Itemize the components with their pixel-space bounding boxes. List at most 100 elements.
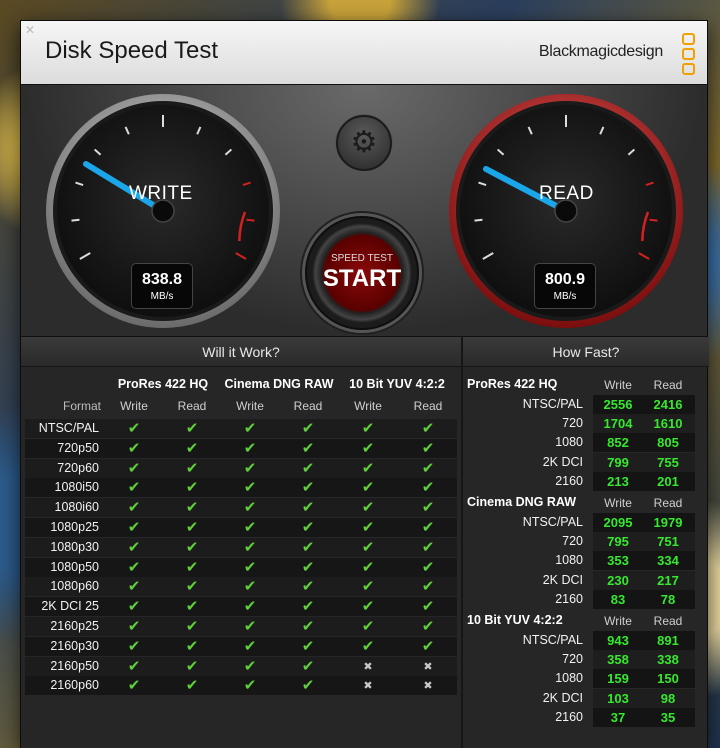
write-fps-value: 2556 bbox=[603, 397, 633, 412]
read-fps-value: 2416 bbox=[653, 397, 683, 412]
brand-logo-icon bbox=[682, 33, 695, 75]
settings-gear-icon[interactable]: ⚙ bbox=[336, 115, 392, 171]
how-fast-write-header: Write bbox=[604, 496, 632, 510]
check-icon: ✔ bbox=[127, 656, 141, 675]
check-icon: ✔ bbox=[301, 577, 315, 596]
format-label: 2K DCI 25 bbox=[41, 599, 99, 614]
close-icon[interactable]: ✕ bbox=[24, 24, 36, 36]
how-fast-row-label: NTSC/PAL bbox=[522, 633, 583, 647]
format-label: 1080p60 bbox=[50, 579, 99, 594]
write-fps-value: 2095 bbox=[603, 515, 633, 530]
how-fast-row-label: 720 bbox=[562, 416, 583, 431]
write-fps-value: 159 bbox=[607, 671, 629, 687]
write-speed-value: 838.8 bbox=[141, 271, 183, 288]
format-label: 2160p30 bbox=[50, 638, 99, 653]
check-icon: ✔ bbox=[301, 438, 315, 457]
how-fast-read-header: Read bbox=[653, 378, 683, 392]
check-icon: ✔ bbox=[127, 557, 141, 576]
how-fast-row-label: 2160 bbox=[555, 473, 583, 488]
check-icon: ✔ bbox=[361, 617, 375, 635]
will-it-work-group-header: Cinema DNG RAW bbox=[224, 377, 334, 391]
cross-icon: ✖ bbox=[363, 679, 373, 693]
check-icon: ✔ bbox=[127, 676, 141, 695]
how-fast-row-label: 2160 bbox=[555, 591, 583, 606]
how-fast-row-label: NTSC/PAL bbox=[522, 397, 583, 411]
check-icon: ✔ bbox=[421, 557, 435, 576]
check-icon: ✔ bbox=[185, 478, 199, 497]
check-icon: ✔ bbox=[185, 617, 199, 635]
check-icon: ✔ bbox=[185, 419, 199, 437]
how-fast-row-label: 1080 bbox=[555, 553, 583, 568]
check-icon: ✔ bbox=[127, 419, 141, 437]
read-fps-value: 98 bbox=[660, 690, 676, 706]
gauge-tick bbox=[246, 218, 255, 222]
check-icon: ✔ bbox=[421, 518, 435, 536]
check-icon: ✔ bbox=[301, 518, 315, 536]
check-icon: ✔ bbox=[127, 577, 141, 596]
check-icon: ✔ bbox=[127, 537, 141, 556]
check-icon: ✔ bbox=[243, 597, 257, 616]
check-icon: ✔ bbox=[243, 498, 257, 517]
write-gauge-label: WRITE bbox=[129, 183, 193, 204]
check-icon: ✔ bbox=[127, 636, 141, 655]
disk-speed-test-window: ✕ Disk Speed Test Blackmagicdesign WRITE… bbox=[20, 20, 709, 748]
check-icon: ✔ bbox=[243, 656, 257, 675]
how-fast-read-header: Read bbox=[653, 614, 683, 628]
check-icon: ✔ bbox=[185, 438, 199, 457]
read-column-header: Read bbox=[177, 399, 207, 413]
format-label: 2160p50 bbox=[50, 658, 99, 673]
check-icon: ✔ bbox=[421, 636, 435, 655]
how-fast-write-header: Write bbox=[604, 614, 632, 628]
check-icon: ✔ bbox=[185, 636, 199, 655]
start-button-label: START bbox=[322, 265, 402, 292]
check-icon: ✔ bbox=[185, 458, 199, 477]
write-fps-value: 795 bbox=[607, 534, 629, 550]
check-icon: ✔ bbox=[361, 597, 375, 616]
check-icon: ✔ bbox=[421, 597, 435, 616]
read-column-header: Read bbox=[413, 399, 443, 413]
check-icon: ✔ bbox=[185, 557, 199, 576]
how-fast-row-label: 720 bbox=[562, 652, 583, 667]
check-icon: ✔ bbox=[421, 498, 435, 517]
check-icon: ✔ bbox=[301, 478, 315, 497]
cross-icon: ✖ bbox=[423, 679, 433, 693]
how-fast-row-label: 2160 bbox=[555, 709, 583, 724]
format-label: 2160p60 bbox=[50, 678, 99, 693]
check-icon: ✔ bbox=[421, 537, 435, 556]
check-icon: ✔ bbox=[421, 577, 435, 596]
start-button-caption: SPEED TEST bbox=[330, 253, 394, 264]
check-icon: ✔ bbox=[421, 478, 435, 497]
will-it-work-group-header: ProRes 422 HQ bbox=[117, 377, 209, 391]
check-icon: ✔ bbox=[361, 557, 375, 576]
format-label: 2160p25 bbox=[50, 619, 99, 633]
read-fps-value: 891 bbox=[657, 633, 679, 648]
check-icon: ✔ bbox=[421, 617, 435, 635]
write-fps-value: 1704 bbox=[603, 416, 633, 432]
format-label: 1080p30 bbox=[50, 539, 99, 554]
check-icon: ✔ bbox=[361, 498, 375, 517]
check-icon: ✔ bbox=[301, 597, 315, 616]
check-icon: ✔ bbox=[301, 656, 315, 675]
check-icon: ✔ bbox=[243, 636, 257, 655]
check-icon: ✔ bbox=[127, 617, 141, 635]
check-icon: ✔ bbox=[243, 438, 257, 457]
how-fast-row-label: 2K DCI bbox=[542, 572, 583, 587]
section-divider bbox=[461, 337, 463, 748]
start-button[interactable]: SPEED TEST START bbox=[305, 216, 419, 330]
write-fps-value: 230 bbox=[607, 572, 629, 588]
write-fps-value: 213 bbox=[607, 473, 629, 489]
check-icon: ✔ bbox=[301, 636, 315, 655]
check-icon: ✔ bbox=[361, 419, 375, 437]
check-icon: ✔ bbox=[243, 577, 257, 596]
check-icon: ✔ bbox=[243, 617, 257, 635]
check-icon: ✔ bbox=[185, 537, 199, 556]
check-icon: ✔ bbox=[243, 537, 257, 556]
write-fps-value: 353 bbox=[607, 553, 629, 569]
title-bar: ✕ Disk Speed Test Blackmagicdesign bbox=[21, 21, 707, 85]
how-fast-row-label: 1080 bbox=[555, 435, 583, 450]
format-label: 1080i60 bbox=[54, 500, 100, 515]
write-speed-unit: MB/s bbox=[150, 291, 174, 302]
check-icon: ✔ bbox=[421, 458, 435, 477]
read-fps-value: 201 bbox=[657, 473, 679, 489]
gauge-tick bbox=[474, 218, 483, 222]
